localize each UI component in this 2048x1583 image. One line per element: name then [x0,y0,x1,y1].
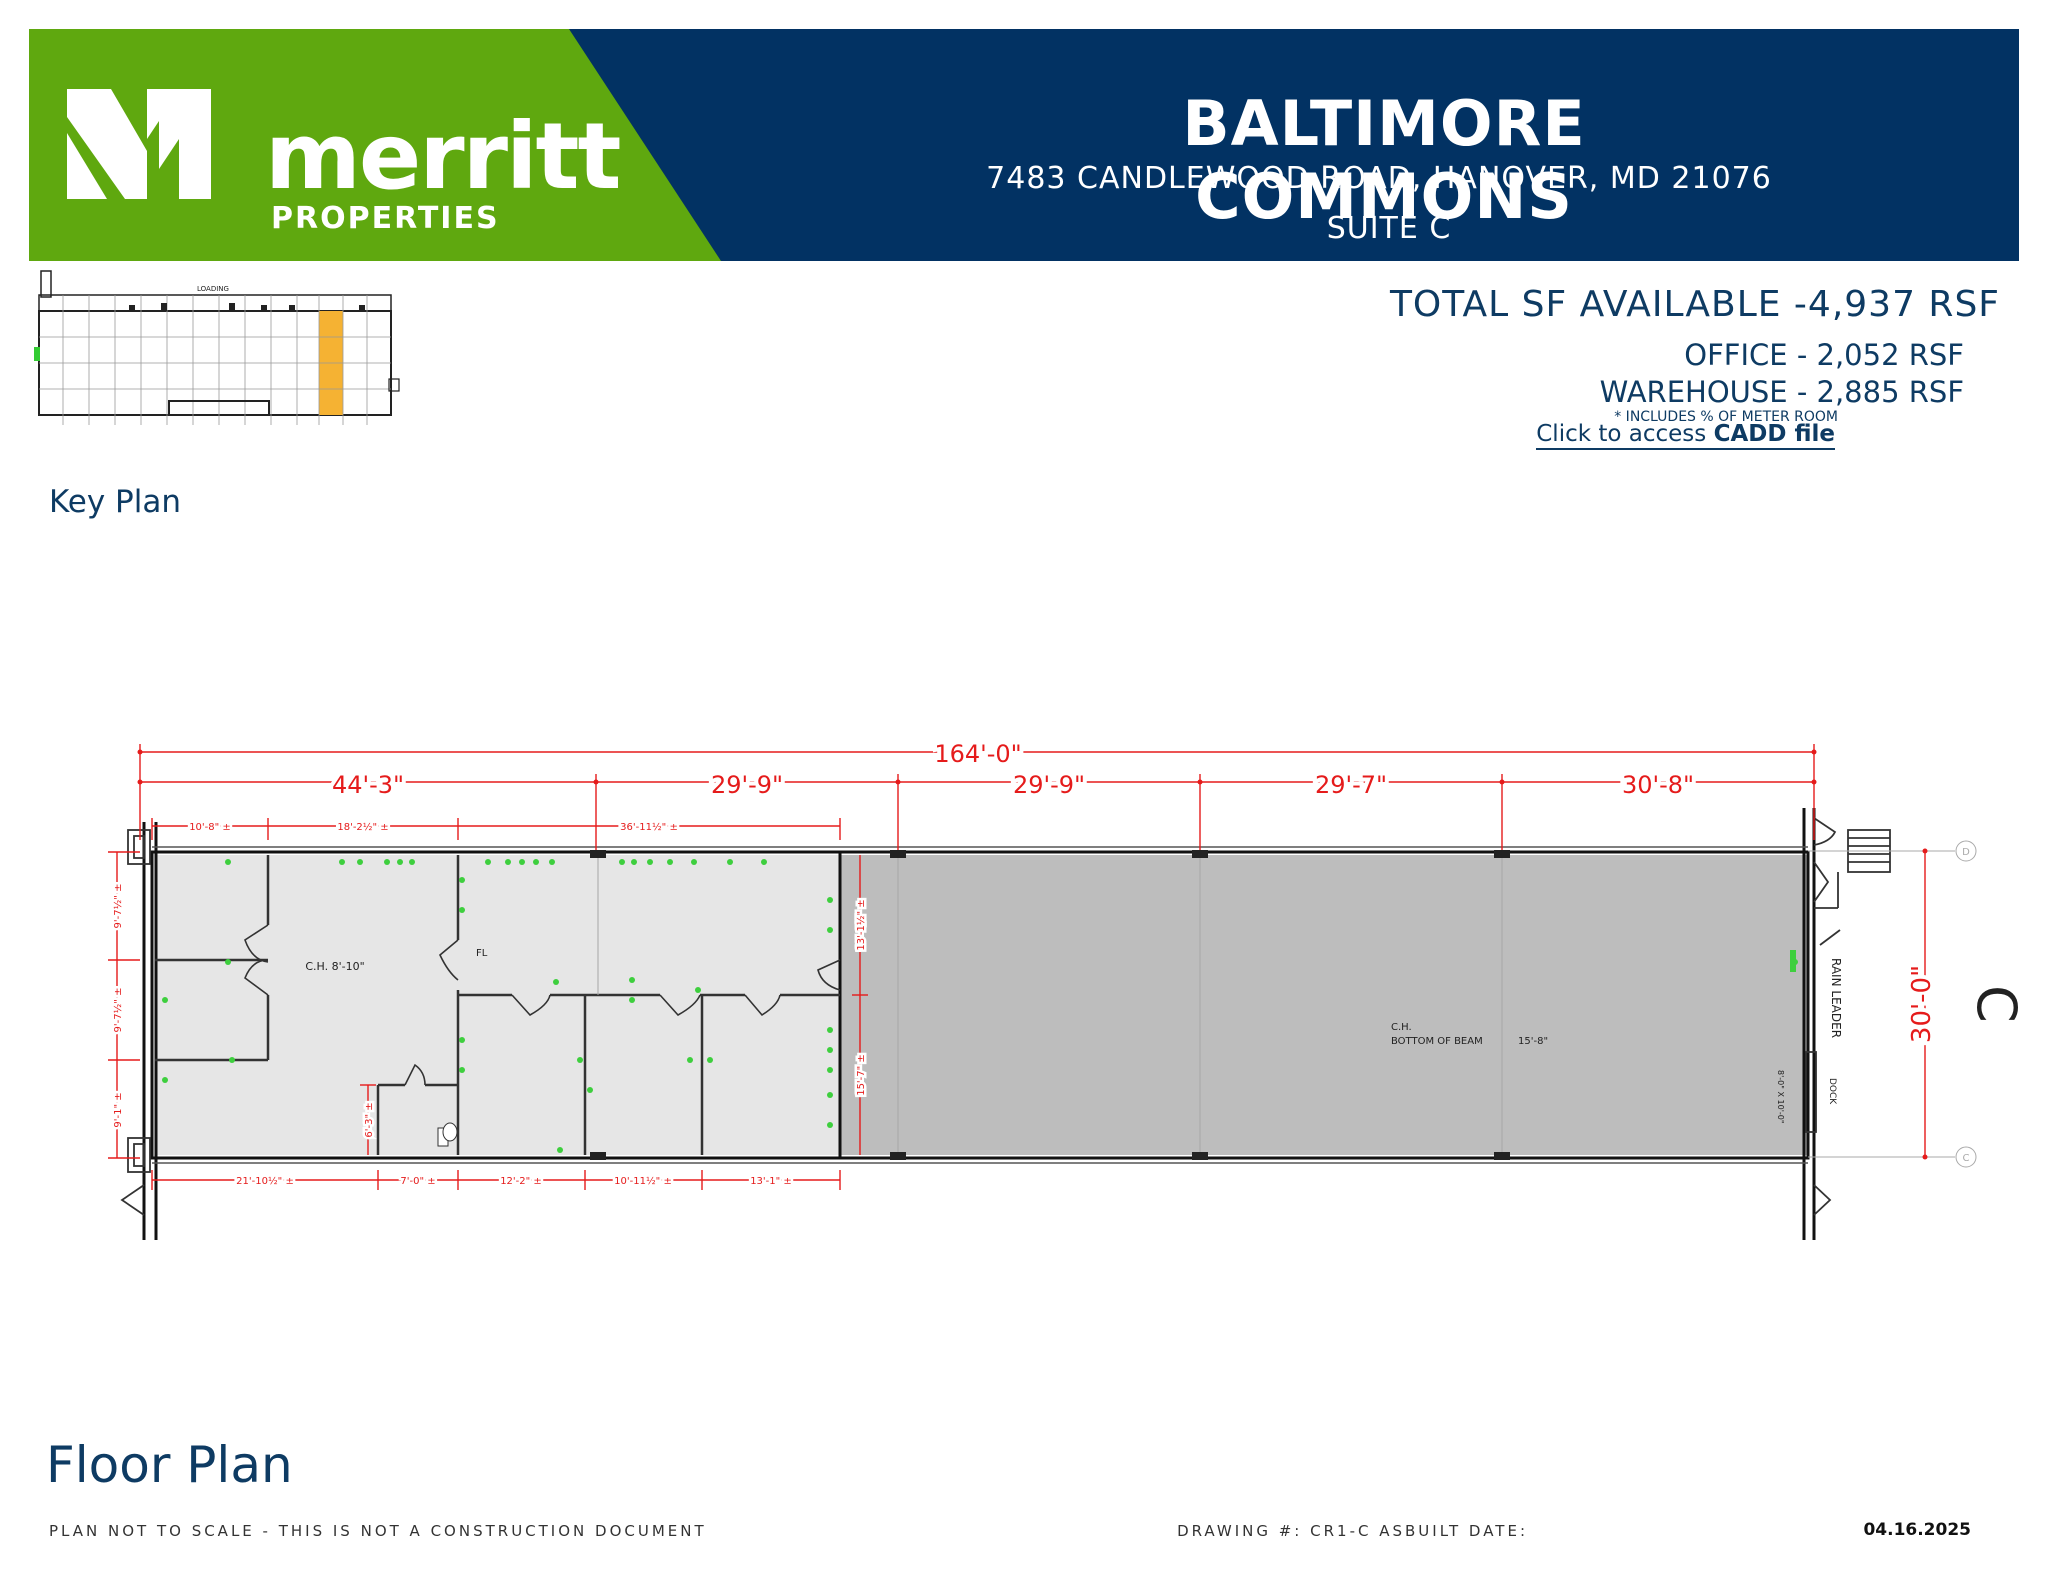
left-dimension-2: 9'-7½" ± [112,988,124,1033]
fl-label: FL [476,948,488,959]
total-sf: TOTAL SF AVAILABLE -4,937 RSF [1389,284,2000,325]
header-banner: merritt PROPERTIES BALTIMORE COMMONS 748… [29,29,2019,261]
left-dimension-3: 9'-1" ± [113,1092,124,1127]
bay-dimension-3: 29'-9" [1013,771,1085,799]
asbuilt-date: 04.16.2025 [1863,1520,1971,1540]
top-dimension-2: 18'-2½" ± [337,821,388,833]
top-dimension-1: 10'-8" ± [189,822,231,833]
column-line-label: C [1965,985,2028,1023]
height-dimension: 30'-0" [1907,965,1937,1043]
cadd-file-link[interactable]: Click to access CADD file [1536,420,1835,450]
bottom-dimension-5: 13'-1" ± [750,1176,792,1187]
beam-height-label: 15'-8" [1518,1036,1548,1047]
grid-bubble-d: D [1962,847,1970,858]
warehouse-area [840,855,1808,1155]
right-inner-dimension-2: 15'-7" ± [856,1054,867,1096]
overall-dimension: 164'-0" [934,740,1021,768]
cadd-link-text[interactable]: CADD file [1714,421,1835,447]
bottom-dimension-2: 7'-0" ± [400,1176,435,1187]
floor-plan-label: Floor Plan [46,1436,293,1494]
bay-dimension-1: 44'-3" [332,771,404,799]
drawing-number: DRAWING #: CR1-C ASBUILT DATE: [1177,1522,1528,1540]
office-sf: OFFICE - 2,052 RSF [1684,338,1964,372]
key-plan-diagram: LOADING [34,270,400,425]
warehouse-sf: WAREHOUSE - 2,885 RSF [1599,375,1964,409]
right-inner-dimension-1: 13'-1½" ± [855,899,867,950]
bottom-dimension-1: 21'-10½" ± [236,1175,294,1187]
suite-label: SUITE C [1326,211,1452,246]
key-plan-label: Key Plan [49,484,182,520]
rain-leader-label: RAIN LEADER [1829,958,1843,1038]
top-dimension-3: 36'-11½" ± [620,821,678,833]
office-ceiling-height: C.H. 8'-10" [305,960,364,973]
bay-dimension-4: 29'-7" [1315,771,1387,799]
warehouse-ch-label: C.H. [1391,1022,1412,1033]
left-dimension-1: 9'-7½" ± [112,884,124,929]
logo-subtitle: PROPERTIES [271,201,500,236]
bottom-dimension-4: 10'-11½" ± [614,1175,672,1187]
dock-label: DOCK [1827,1078,1837,1105]
office-area [155,855,840,1155]
dock-size-label: 8'-0" X 10'-0" [1776,1070,1785,1124]
property-address: 7483 CANDLEWOOD ROAD, HANOVER, MD 21076 [986,161,1772,196]
grid-bubble-c: C [1963,1153,1970,1164]
logo-brand: merritt [265,103,621,210]
cadd-prefix: Click to access [1536,421,1707,447]
bottom-of-beam-label: BOTTOM OF BEAM [1391,1036,1483,1047]
key-plan-loading-label: LOADING [197,285,229,293]
bay-dimension-2: 29'-9" [711,771,783,799]
disclaimer: PLAN NOT TO SCALE - THIS IS NOT A CONSTR… [49,1522,707,1540]
bay-dimension-5: 30'-8" [1622,771,1694,799]
toilet-dimension: 6'-3" ± [364,1102,375,1137]
bottom-dimension-3: 12'-2" ± [500,1176,542,1187]
